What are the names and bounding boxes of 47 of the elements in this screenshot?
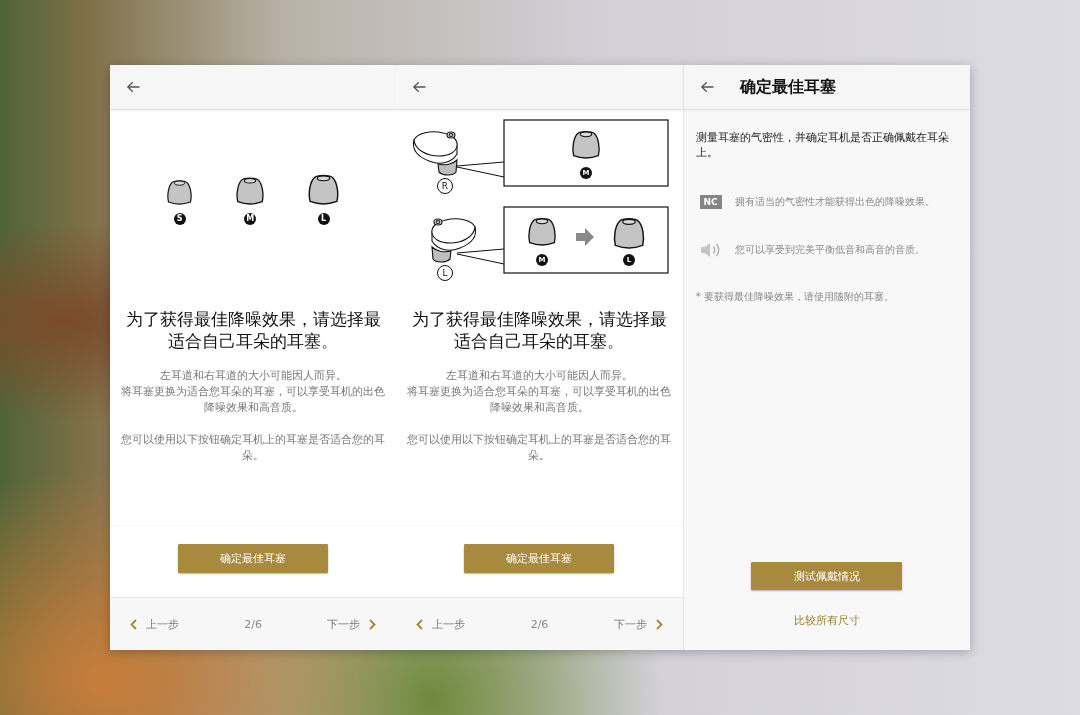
ear-tip-icon [166,178,194,207]
body-text: 将耳塞更换为适合您耳朵的耳塞，可以享受耳机的出色降噪效果和高音质。 [120,384,387,415]
body-text: 左耳道和右耳道的大小可能因人而异。 [158,368,348,383]
size-label: M [244,213,257,226]
body-text: 左耳道和右耳道的大小可能因人而异。 [445,368,634,383]
confirm-button[interactable]: 确定最佳耳塞 [464,544,615,573]
callout-leader [456,248,505,265]
side-label: L [437,265,454,281]
compare-sizes-link[interactable]: 比较所有尺寸 [793,613,860,628]
chevron-left-icon [416,618,424,630]
back-icon[interactable] [126,81,140,93]
confirm-button[interactable]: 确定最佳耳塞 [178,544,329,573]
ear-tip-icon [528,218,557,246]
screen-heading: 为了获得最佳降噪效果，请选择最适合自己耳朵的耳塞。 [124,308,382,352]
body-text: 您可以使用以下按钮确定耳机上的耳塞是否适合您的耳朵。 [406,432,673,463]
ear-tip-icon [235,175,266,207]
noise-cancel-badge: NC [699,195,722,209]
screen-title: 确定最佳耳塞 [739,76,836,98]
earbud-drawing [431,218,477,263]
screen-heading: 为了获得最佳降噪效果，请选择最适合自己耳朵的耳塞。 [411,308,668,352]
next-button[interactable]: 下一步 [327,616,377,632]
page-indicator: 2/6 [244,617,262,631]
speaker-icon [699,242,722,258]
size-label: L [317,213,330,226]
next-button[interactable]: 下一步 [613,616,663,632]
chevron-right-icon [655,618,663,630]
size-label: S [173,213,186,226]
footnote-text: * 要获得最佳降噪效果，请使用随附的耳塞。 [695,290,895,304]
callout-leader [456,161,505,178]
feature-text: 拥有适当的气密性才能获得出色的降噪效果。 [734,195,935,209]
body-text: 将耳塞更换为适合您耳朵的耳塞，可以享受耳机的出色降噪效果和高音质。 [406,384,673,415]
feature-text: 您可以享受到完美平衡低音和高音的音质。 [734,243,925,257]
fit-test-button[interactable]: 测试佩戴情况 [751,562,903,590]
ear-tip-icon [572,131,601,159]
previous-button[interactable]: 上一步 [130,616,179,632]
arrow-icon [576,228,595,246]
previous-button[interactable]: 上一步 [416,616,466,632]
page-indicator: 2/6 [530,617,549,631]
chevron-left-icon [130,618,137,630]
back-icon[interactable] [699,81,714,93]
earbud-drawing [413,131,458,176]
chevron-right-icon [369,618,377,630]
side-label: R [437,178,454,194]
back-icon[interactable] [412,81,427,93]
body-text: 您可以使用以下按钮确定耳机上的耳塞是否适合您的耳朵。 [120,432,387,463]
ear-tip-icon [307,172,341,207]
description-text: 测量耳塞的气密性，并确定耳机是否正确佩戴在耳朵上。 [695,130,950,160]
